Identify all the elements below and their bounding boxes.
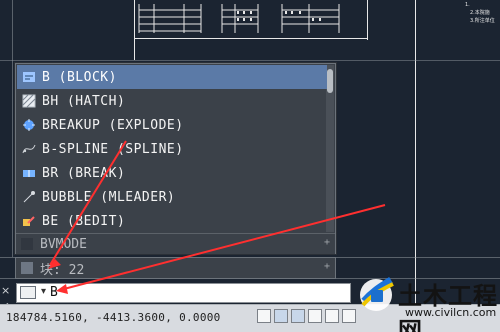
annotation-arrows <box>48 140 386 294</box>
red-arrow-line <box>49 140 127 266</box>
arrowhead-icon <box>56 284 68 294</box>
autocad-drawing-area[interactable]: 1. 2.本院施 3.所注单位 ? B (BLOCK) BH (HATCH) B… <box>0 0 500 332</box>
red-arrow-line <box>59 204 386 291</box>
